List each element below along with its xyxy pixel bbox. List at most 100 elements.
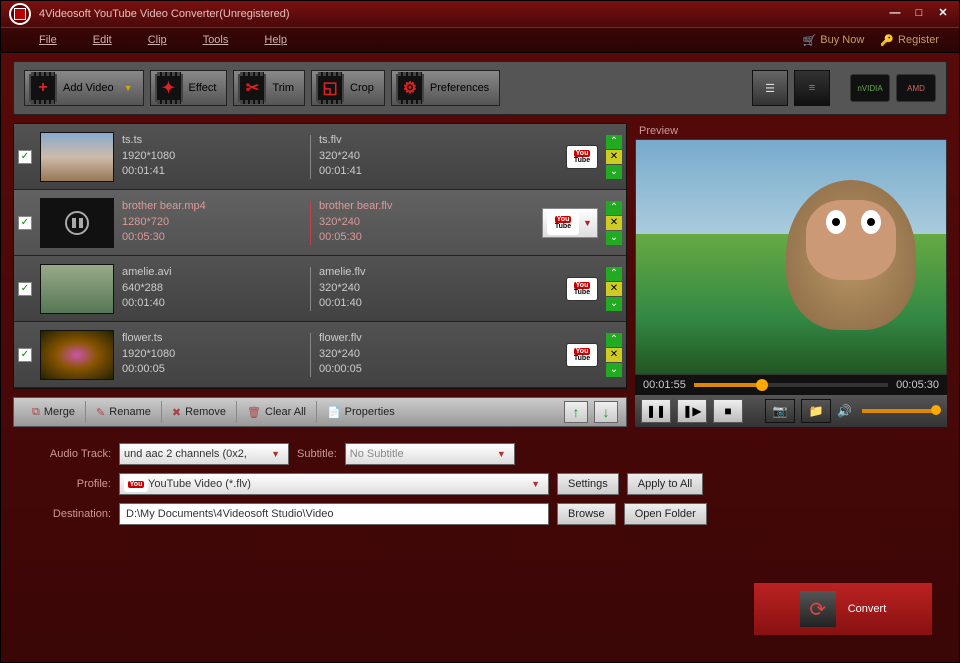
step-button[interactable]: ❚▶ xyxy=(677,399,707,423)
time-total: 00:05:30 xyxy=(896,379,939,391)
detail-view-button[interactable]: ≡ xyxy=(794,70,830,106)
row-down-button[interactable]: ⌄ xyxy=(606,165,622,179)
properties-button[interactable]: 📄Properties xyxy=(317,401,405,423)
row-checkbox[interactable]: ✓ xyxy=(18,348,32,362)
stop-button[interactable]: ■ xyxy=(713,399,743,423)
effect-button[interactable]: ✦ Effect xyxy=(150,70,228,106)
output-filename: amelie.flv xyxy=(319,265,459,280)
seek-bar[interactable] xyxy=(694,383,888,387)
dropdown-arrow-icon: ▼ xyxy=(124,83,133,93)
row-down-button[interactable]: ⌄ xyxy=(606,297,622,311)
register-link[interactable]: 🔑Register xyxy=(880,34,939,47)
row-remove-button[interactable]: ✕ xyxy=(606,150,622,164)
video-thumbnail[interactable] xyxy=(40,198,114,248)
video-row[interactable]: ✓ brother bear.mp4 1280*720 00:05:30 bro… xyxy=(14,190,626,256)
open-folder-button[interactable]: Open Folder xyxy=(624,503,707,525)
apply-all-button[interactable]: Apply to All xyxy=(627,473,703,495)
cart-icon: 🛒 xyxy=(803,34,817,47)
subtitle-select[interactable]: No Subtitle▼ xyxy=(345,443,515,465)
volume-icon: 🔊 xyxy=(837,404,852,418)
profile-select[interactable]: You YouTube Video (*.flv)▼ xyxy=(119,473,549,495)
preferences-button[interactable]: ⚙ Preferences xyxy=(391,70,500,106)
row-down-button[interactable]: ⌄ xyxy=(606,231,622,245)
video-thumbnail[interactable] xyxy=(40,132,114,182)
row-up-button[interactable]: ⌃ xyxy=(606,333,622,347)
menu-edit[interactable]: Edit xyxy=(75,34,130,46)
snapshot-button[interactable]: 📷 xyxy=(765,399,795,423)
output-format-button[interactable]: YouTube xyxy=(566,343,598,367)
sparkle-icon: ✦ xyxy=(162,78,175,98)
row-checkbox[interactable]: ✓ xyxy=(18,150,32,164)
destination-input[interactable]: D:\My Documents\4Videosoft Studio\Video xyxy=(119,503,549,525)
row-remove-button[interactable]: ✕ xyxy=(606,348,622,362)
clear-all-button[interactable]: 🗑Clear All xyxy=(237,401,317,423)
menu-file[interactable]: File xyxy=(21,34,75,46)
source-info: ts.ts 1920*1080 00:01:41 xyxy=(122,133,302,179)
output-format-button[interactable]: YouTube xyxy=(566,145,598,169)
remove-button[interactable]: ✖Remove xyxy=(162,401,237,423)
minimize-button[interactable]: — xyxy=(887,7,903,21)
row-up-button[interactable]: ⌃ xyxy=(606,267,622,281)
source-duration: 00:01:40 xyxy=(122,296,302,311)
snapshot-folder-button[interactable]: 📁 xyxy=(801,399,831,423)
playback-controls: ❚❚ ❚▶ ■ 📷 📁 🔊 xyxy=(635,395,947,427)
row-up-button[interactable]: ⌃ xyxy=(606,135,622,149)
video-thumbnail[interactable] xyxy=(40,330,114,380)
video-row[interactable]: ✓ amelie.avi 640*288 00:01:40 amelie.flv… xyxy=(14,256,626,322)
output-resolution: 320*240 xyxy=(319,215,459,230)
row-down-button[interactable]: ⌄ xyxy=(606,363,622,377)
menu-tools[interactable]: Tools xyxy=(185,34,247,46)
settings-button[interactable]: Settings xyxy=(557,473,619,495)
output-duration: 00:01:40 xyxy=(319,296,459,311)
output-filename: ts.flv xyxy=(319,133,459,148)
video-row[interactable]: ✓ flower.ts 1920*1080 00:00:05 flower.fl… xyxy=(14,322,626,388)
output-info: brother bear.flv 320*240 00:05:30 xyxy=(319,199,459,245)
source-info: brother bear.mp4 1280*720 00:05:30 xyxy=(122,199,302,245)
browse-button[interactable]: Browse xyxy=(557,503,616,525)
video-row[interactable]: ✓ ts.ts 1920*1080 00:01:41 ts.flv 320*24… xyxy=(14,124,626,190)
row-checkbox[interactable]: ✓ xyxy=(18,216,32,230)
output-info: flower.flv 320*240 00:00:05 xyxy=(319,331,459,377)
trim-button[interactable]: ✂ Trim xyxy=(233,70,305,106)
plus-icon: + xyxy=(38,79,47,97)
volume-slider[interactable] xyxy=(862,409,941,413)
menu-clip[interactable]: Clip xyxy=(130,34,185,46)
row-remove-button[interactable]: ✕ xyxy=(606,216,622,230)
timeline: 00:01:55 00:05:30 xyxy=(635,375,947,395)
row-checkbox[interactable]: ✓ xyxy=(18,282,32,296)
output-format-button[interactable]: YouTube xyxy=(566,277,598,301)
audio-track-select[interactable]: und aac 2 channels (0x2,▼ xyxy=(119,443,289,465)
refresh-icon: ⟳ xyxy=(800,591,836,627)
move-up-button[interactable]: ↑ xyxy=(564,401,588,423)
maximize-button[interactable]: □ xyxy=(911,7,927,21)
merge-button[interactable]: ⧉Merge xyxy=(22,401,86,423)
source-duration: 00:05:30 xyxy=(122,230,302,245)
menubar: File Edit Clip Tools Help 🛒Buy Now 🔑Regi… xyxy=(1,27,959,53)
bottom-panel: Audio Track: und aac 2 channels (0x2,▼ S… xyxy=(1,427,959,549)
chevron-down-icon: ▼ xyxy=(267,449,284,459)
move-down-button[interactable]: ↓ xyxy=(594,401,618,423)
preview-video[interactable] xyxy=(635,139,947,375)
row-remove-button[interactable]: ✕ xyxy=(606,282,622,296)
profile-label: Profile: xyxy=(25,478,111,490)
source-resolution: 1920*1080 xyxy=(122,149,302,164)
output-format-select[interactable]: YouTube▼ xyxy=(542,208,598,238)
toolbar: + Add Video ▼ ✦ Effect ✂ Trim ◱ Crop ⚙ P… xyxy=(13,61,947,115)
crop-button[interactable]: ◱ Crop xyxy=(311,70,385,106)
menu-help[interactable]: Help xyxy=(246,34,305,46)
video-list: ✓ ts.ts 1920*1080 00:01:41 ts.flv 320*24… xyxy=(13,123,627,389)
source-resolution: 1280*720 xyxy=(122,215,302,230)
source-duration: 00:01:41 xyxy=(122,164,302,179)
source-duration: 00:00:05 xyxy=(122,362,302,377)
rename-button[interactable]: ✎Rename xyxy=(86,401,162,423)
list-view-button[interactable]: ☰ xyxy=(752,70,788,106)
add-video-button[interactable]: + Add Video ▼ xyxy=(24,70,144,106)
output-duration: 00:00:05 xyxy=(319,362,459,377)
key-icon: 🔑 xyxy=(880,34,894,47)
pause-button[interactable]: ❚❚ xyxy=(641,399,671,423)
close-button[interactable]: ✕ xyxy=(935,7,951,21)
convert-button[interactable]: ⟳ Convert xyxy=(753,582,933,636)
buy-now-link[interactable]: 🛒Buy Now xyxy=(803,34,865,47)
row-up-button[interactable]: ⌃ xyxy=(606,201,622,215)
video-thumbnail[interactable] xyxy=(40,264,114,314)
